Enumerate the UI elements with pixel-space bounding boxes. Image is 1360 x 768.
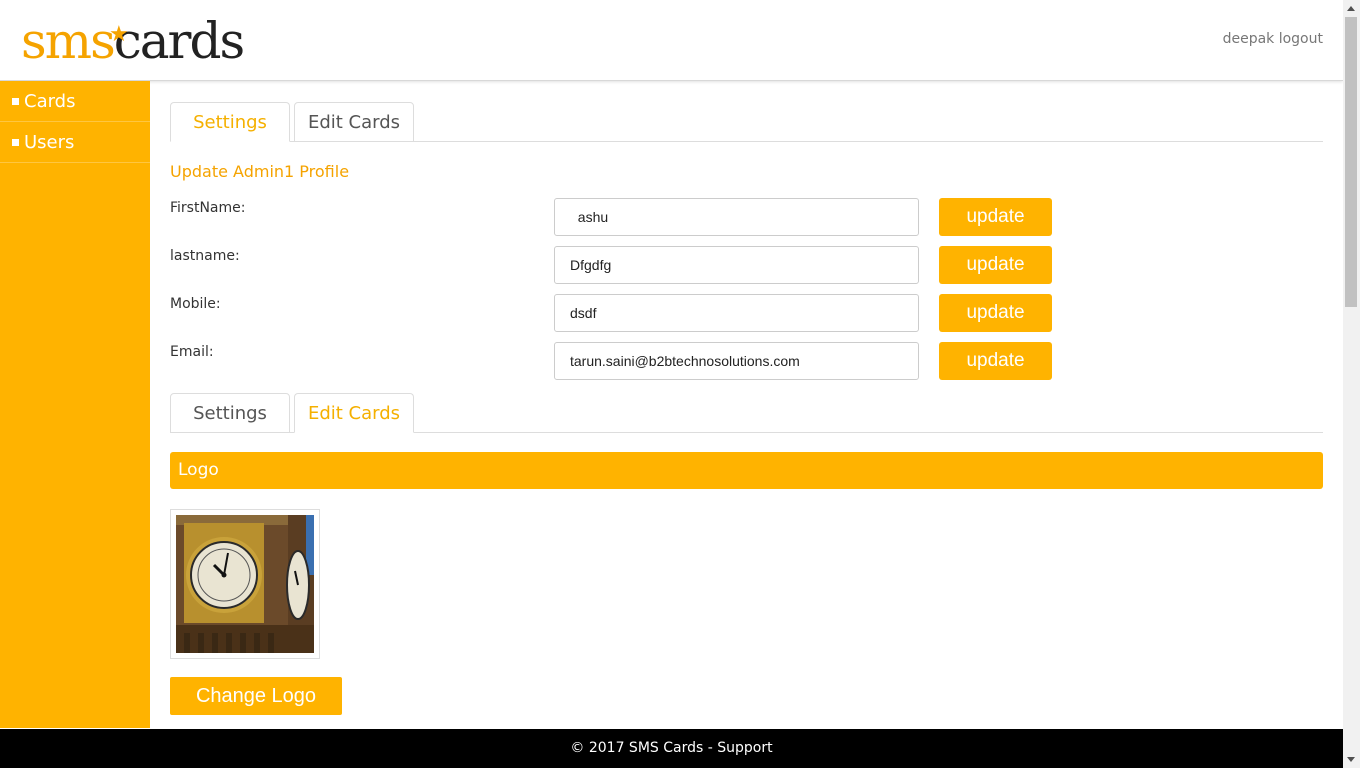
username-link[interactable]: deepak [1223, 31, 1275, 47]
update-lastname-button[interactable]: update [939, 246, 1052, 284]
firstname-input[interactable] [554, 198, 919, 236]
vertical-scrollbar[interactable] [1343, 0, 1360, 768]
main-content: Settings Edit Cards Update Admin1 Profil… [170, 81, 1323, 715]
clock-tower-image [176, 515, 314, 653]
logo-thumbnail [170, 509, 320, 659]
change-logo-button[interactable]: Change Logo [170, 677, 342, 715]
lastname-row: lastname: update [170, 246, 1070, 286]
tab-edit-cards[interactable]: Edit Cards [294, 393, 414, 433]
tab-settings[interactable]: Settings [170, 102, 290, 142]
footer: © 2017 SMS Cards - Support [0, 729, 1343, 768]
scrollbar-thumb[interactable] [1345, 17, 1357, 307]
sidebar-item-label: Users [24, 131, 75, 153]
scroll-up-icon[interactable] [1347, 6, 1355, 11]
tabs-top: Settings Edit Cards [170, 81, 1323, 142]
logo-section-header: Logo [170, 452, 1323, 489]
user-area: deepak logout [1223, 31, 1323, 47]
bullet-icon [12, 138, 19, 146]
profile-title: Update Admin1 Profile [170, 162, 350, 181]
logout-link[interactable]: logout [1279, 31, 1323, 47]
email-label: Email: [170, 344, 214, 360]
tabs-bottom: Settings Edit Cards [170, 390, 1323, 433]
bullet-icon [12, 97, 19, 105]
update-firstname-button[interactable]: update [939, 198, 1052, 236]
update-mobile-button[interactable]: update [939, 294, 1052, 332]
tab-edit-cards[interactable]: Edit Cards [294, 102, 414, 142]
star-icon: ★ [109, 22, 129, 47]
logo-sms-text: sms [21, 12, 116, 70]
firstname-row: FirstName: update [170, 198, 1070, 238]
mobile-label: Mobile: [170, 296, 221, 312]
tab-settings[interactable]: Settings [170, 393, 290, 433]
mobile-row: Mobile: update [170, 294, 1070, 334]
update-email-button[interactable]: update [939, 342, 1052, 380]
sidebar-item-cards[interactable]: Cards [0, 81, 150, 122]
smscards-logo[interactable]: smscards ★ [21, 10, 245, 72]
logo-cards-text: cards [113, 12, 245, 70]
sidebar-item-label: Cards [24, 90, 76, 112]
lastname-input[interactable] [554, 246, 919, 284]
mobile-input[interactable] [554, 294, 919, 332]
lastname-label: lastname: [170, 248, 240, 264]
header: smscards ★ deepak logout [0, 0, 1343, 81]
sidebar: Cards Users [0, 81, 150, 728]
firstname-label: FirstName: [170, 200, 246, 216]
sidebar-item-users[interactable]: Users [0, 122, 150, 163]
email-row: Email: update [170, 342, 1070, 382]
email-input[interactable] [554, 342, 919, 380]
scroll-down-icon[interactable] [1347, 757, 1355, 762]
